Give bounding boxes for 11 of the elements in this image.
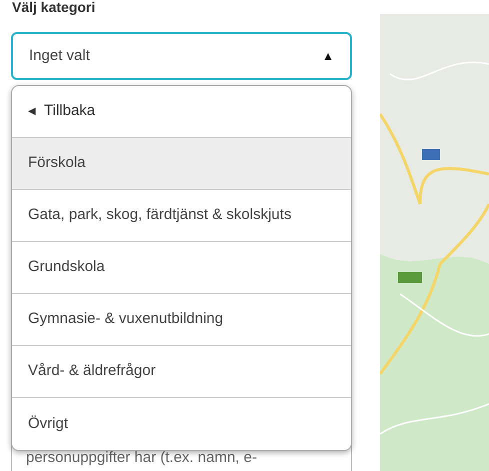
menu-item[interactable]: Grundskola (12, 242, 351, 294)
menu-item[interactable]: Vård- & äldrefrågor (12, 346, 351, 398)
back-icon: ◀ (28, 104, 36, 119)
description-text: personuppgifter har (t.ex. namn, e- (26, 448, 257, 468)
menu-item[interactable]: Gata, park, skog, färdtjänst & skolskjuts (12, 190, 351, 242)
menu-item[interactable]: Förskola (12, 138, 351, 190)
field-label: Välj kategori (12, 0, 96, 17)
menu-item[interactable]: Gymnasie- & vuxenutbildning (12, 294, 351, 346)
menu-item[interactable]: Övrigt (12, 398, 351, 450)
category-select[interactable]: Inget valt ▲ (11, 32, 352, 80)
caret-icon: ▲ (322, 47, 334, 65)
